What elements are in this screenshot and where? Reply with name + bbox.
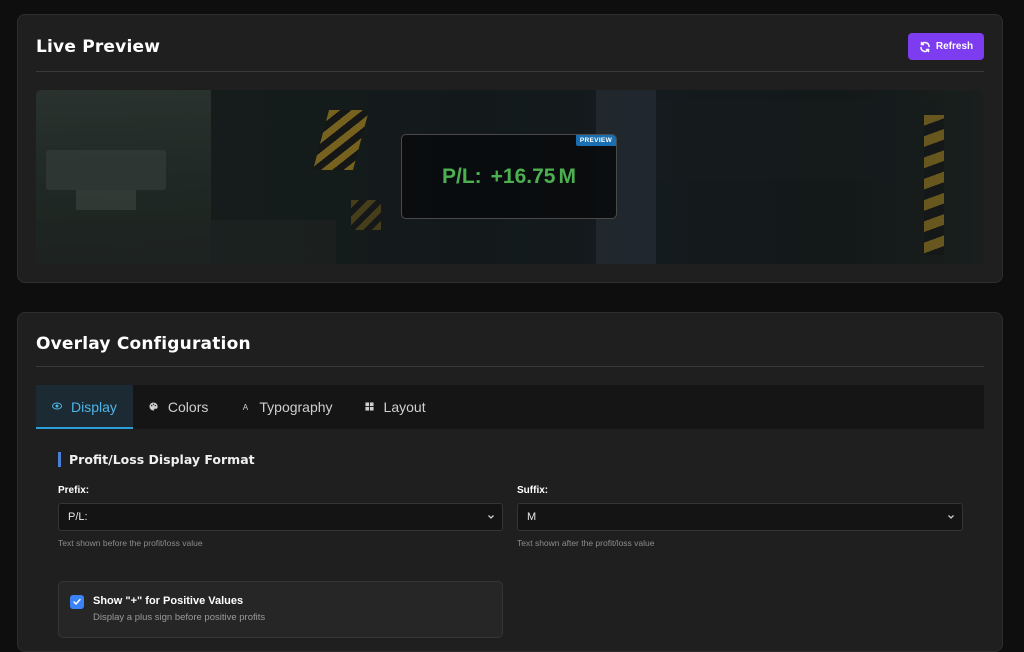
- prefix-select[interactable]: P/L:: [58, 503, 503, 531]
- config-tabs: Display Colors A Typography Layout: [36, 385, 984, 429]
- suffix-help-text: Text shown after the profit/loss value: [517, 538, 655, 548]
- palette-icon: [149, 401, 159, 413]
- tab-display[interactable]: Display: [36, 385, 133, 429]
- show-plus-option: Show "+" for Positive Values Display a p…: [58, 581, 503, 638]
- suffix-select[interactable]: M: [517, 503, 963, 531]
- show-plus-description: Display a plus sign before positive prof…: [93, 612, 266, 623]
- pl-value: +16.75: [490, 164, 556, 188]
- tab-display-label: Display: [71, 399, 117, 415]
- pl-prefix: P/L:: [442, 164, 482, 188]
- pl-overlay-preview: PREVIEW P/L: +16.75 M: [401, 134, 617, 219]
- tab-layout-label: Layout: [383, 399, 426, 415]
- refresh-label: Refresh: [935, 41, 974, 52]
- preview-divider: [36, 71, 984, 72]
- overlay-configuration-title: Overlay Configuration: [36, 334, 251, 354]
- overlay-configuration-card: Overlay Configuration Display Colors A T…: [17, 312, 1003, 652]
- config-divider: [36, 366, 984, 367]
- tab-typography[interactable]: A Typography: [224, 385, 348, 429]
- show-plus-title: Show "+" for Positive Values: [93, 595, 244, 607]
- checkmark-icon: [73, 598, 81, 605]
- tab-layout[interactable]: Layout: [349, 385, 442, 429]
- show-plus-checkbox[interactable]: [70, 595, 84, 609]
- pl-suffix: M: [558, 164, 577, 188]
- chevron-down-icon: [948, 515, 954, 519]
- refresh-button[interactable]: Refresh: [908, 33, 984, 60]
- preview-badge: PREVIEW: [575, 135, 616, 146]
- prefix-label: Prefix:: [58, 485, 90, 496]
- eye-icon: [52, 402, 62, 412]
- live-preview-card: Live Preview Refresh PREVIEW P/L: +16.75…: [17, 14, 1003, 283]
- tab-colors[interactable]: Colors: [133, 385, 224, 429]
- game-scene-background: PREVIEW P/L: +16.75 M: [36, 90, 984, 264]
- suffix-select-value: M: [527, 511, 537, 523]
- section-title-profit-loss-format: Profit/Loss Display Format: [58, 452, 255, 467]
- prefix-select-value: P/L:: [68, 511, 88, 523]
- suffix-label: Suffix:: [517, 485, 549, 496]
- pl-display-text: P/L: +16.75 M: [442, 165, 576, 189]
- tab-colors-label: Colors: [167, 399, 209, 415]
- tab-typography-label: Typography: [259, 399, 333, 415]
- chevron-down-icon: [488, 515, 494, 519]
- grid-icon: [365, 401, 375, 413]
- font-icon: A: [242, 402, 249, 412]
- live-preview-title: Live Preview: [36, 37, 161, 57]
- prefix-help-text: Text shown before the profit/loss value: [58, 538, 203, 548]
- refresh-icon: [920, 41, 930, 52]
